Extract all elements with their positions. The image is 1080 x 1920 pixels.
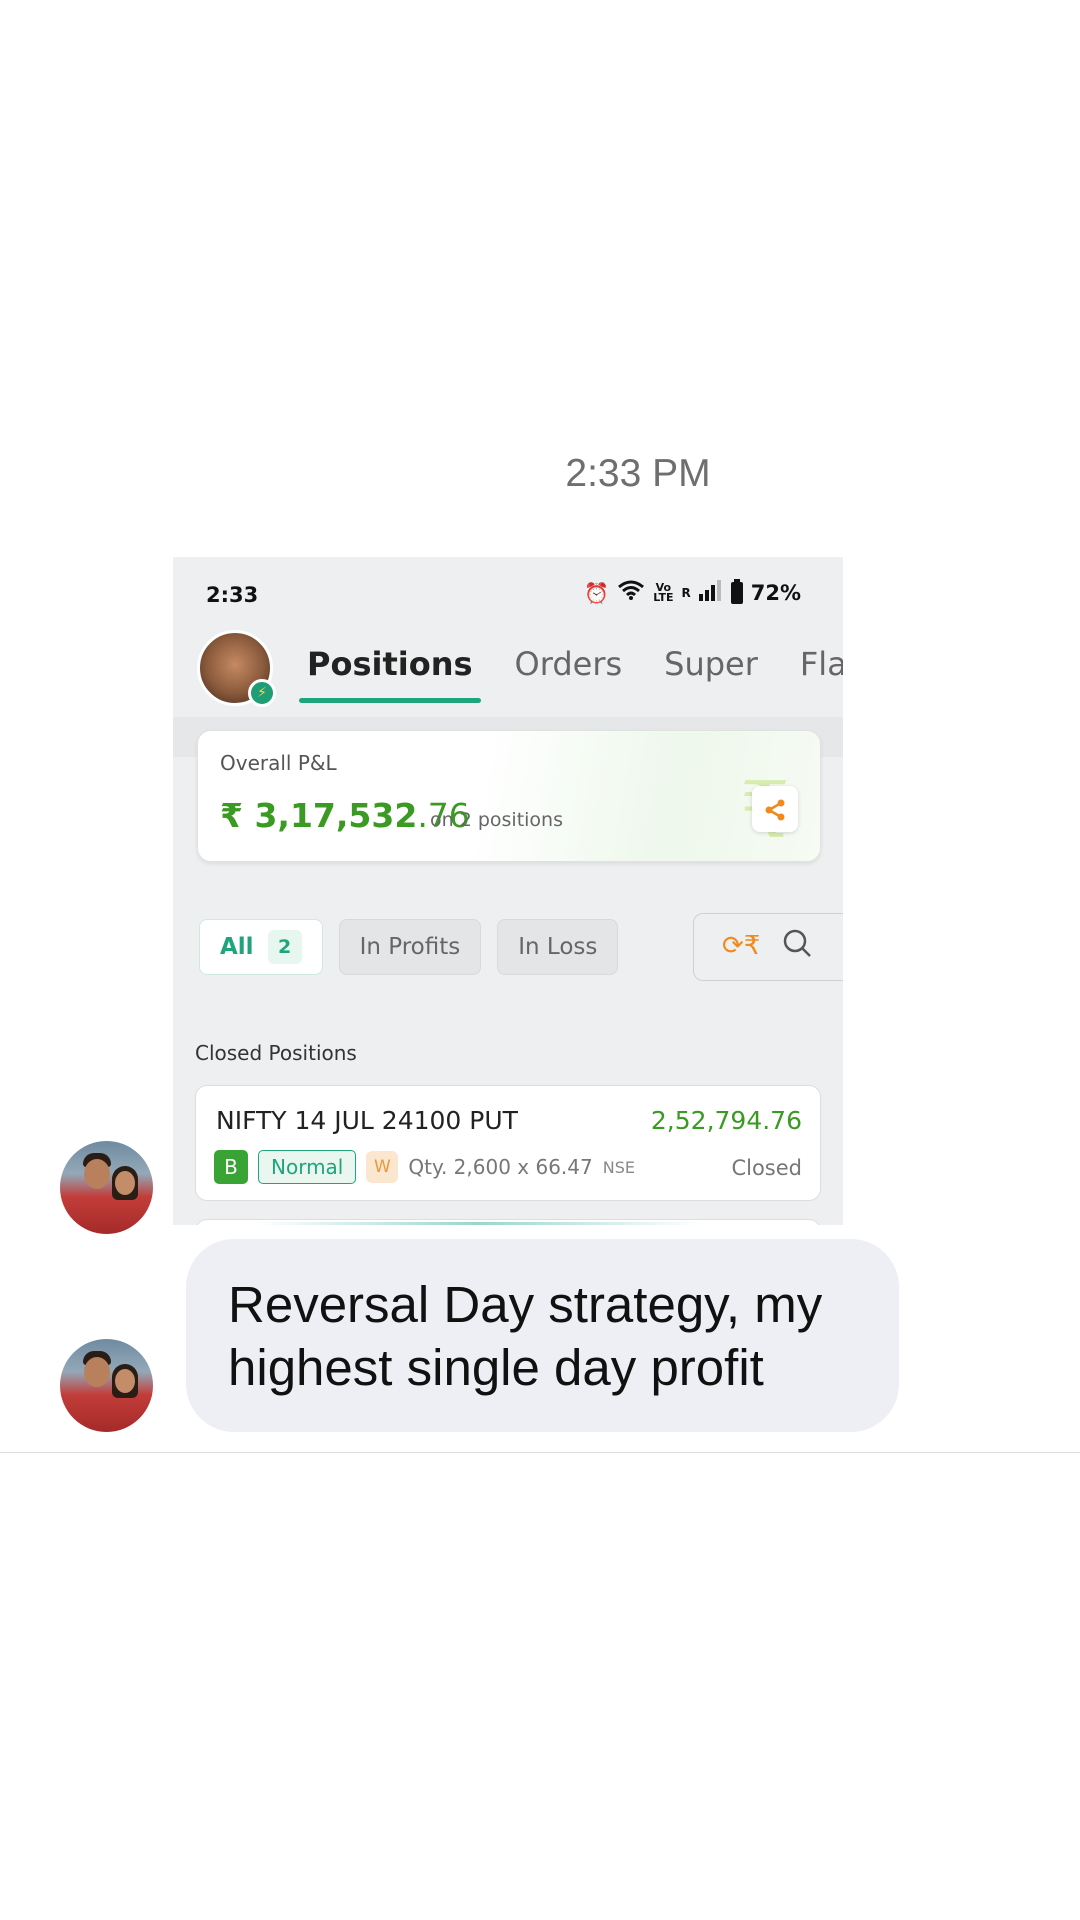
battery-level: 72% xyxy=(750,580,801,605)
filter-in-profits[interactable]: In Profits xyxy=(338,919,482,975)
search-icon[interactable] xyxy=(782,928,812,966)
next-position-card-peek xyxy=(195,1219,821,1225)
validity-badge: W xyxy=(366,1151,399,1183)
sender-avatar[interactable] xyxy=(60,1141,153,1234)
volte-icon: Vo LTE xyxy=(653,580,674,604)
profile-avatar[interactable]: ⚡ xyxy=(197,630,276,707)
shared-screenshot[interactable]: 2:33 ⏰ Vo LTE R 72% ⚡ Positions Orders S… xyxy=(173,557,843,1225)
section-title-closed-positions: Closed Positions xyxy=(195,1041,357,1065)
avatar-face xyxy=(115,1369,135,1393)
tab-positions[interactable]: Positions xyxy=(299,645,481,703)
tab-bar: Positions Orders Super Flash xyxy=(299,645,843,703)
pnl-currency: ₹ xyxy=(220,796,243,835)
message-timestamp: 2:33 PM xyxy=(565,452,711,495)
message-text: Reversal Day strategy, my highest single… xyxy=(228,1276,823,1396)
overall-pnl-card: Overall P&L ₹ 3,17,532.76 on 2 positions… xyxy=(197,730,821,862)
battery-icon xyxy=(730,578,743,604)
avatar-face xyxy=(84,1159,110,1189)
filter-all[interactable]: All 2 xyxy=(199,919,323,975)
divider xyxy=(0,1452,1080,1453)
exchange-label: NSE xyxy=(602,1157,635,1177)
rupee-refresh-icon[interactable]: ⟳₹ xyxy=(722,931,760,961)
filter-in-loss[interactable]: In Loss xyxy=(497,919,619,975)
bolt-icon: ⚡ xyxy=(248,679,276,707)
signal-icon xyxy=(698,579,723,606)
position-card[interactable]: NIFTY 14 JUL 24100 PUT 2,52,794.76 B Nor… xyxy=(195,1085,821,1201)
share-button[interactable] xyxy=(752,786,798,832)
sender-avatar[interactable] xyxy=(60,1339,153,1432)
chat-screen: 2:33 PM 2:33 ⏰ Vo LTE R 72% ⚡ Positions … xyxy=(0,0,1080,1920)
pnl-value-main: 3,17,532 xyxy=(254,796,418,835)
avatar-face xyxy=(84,1357,110,1387)
position-name: NIFTY 14 JUL 24100 PUT xyxy=(216,1106,518,1135)
status-icons: ⏰ Vo LTE R 72% xyxy=(584,578,801,606)
pnl-positions-count: on 2 positions xyxy=(430,809,563,831)
position-filters: All 2 In Profits In Loss xyxy=(199,919,619,975)
share-icon xyxy=(765,799,785,821)
position-status: Closed xyxy=(731,1156,802,1180)
wifi-icon xyxy=(617,579,645,606)
tab-super[interactable]: Super xyxy=(664,645,758,683)
alarm-icon: ⏰ xyxy=(584,580,610,605)
roaming-indicator: R xyxy=(681,585,691,600)
filter-all-count: 2 xyxy=(267,930,302,964)
avatar-face xyxy=(115,1171,135,1195)
status-time: 2:33 xyxy=(206,583,259,607)
filter-all-label: All xyxy=(220,934,254,960)
position-pnl: 2,52,794.76 xyxy=(650,1106,802,1135)
tools-group: ⟳₹ xyxy=(693,913,843,981)
product-badge: Normal xyxy=(258,1150,357,1184)
tab-orders[interactable]: Orders xyxy=(515,645,623,683)
tab-flash[interactable]: Flash xyxy=(800,645,843,683)
buy-badge: B xyxy=(214,1150,248,1184)
position-qty: Qty. 2,600 x 66.47 xyxy=(408,1155,593,1179)
status-bar: 2:33 ⏰ Vo LTE R 72% xyxy=(173,557,843,629)
position-details: B Normal W Qty. 2,600 x 66.47 NSE xyxy=(214,1150,635,1184)
pnl-label: Overall P&L xyxy=(220,751,337,775)
message-bubble[interactable]: Reversal Day strategy, my highest single… xyxy=(186,1239,899,1432)
